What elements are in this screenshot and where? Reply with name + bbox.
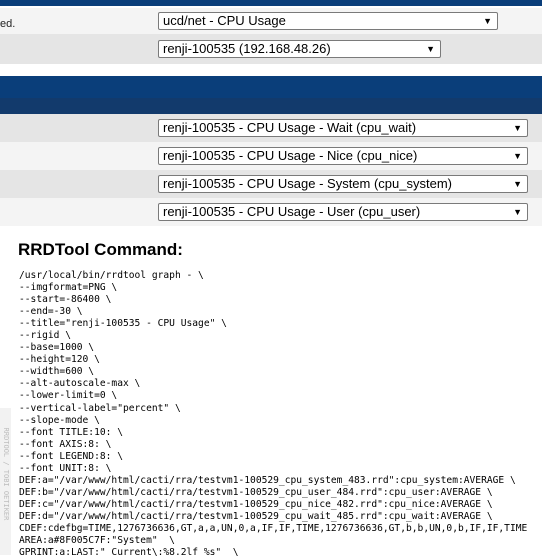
command-line: CDEF:cdefbg=TIME,1276736636,GT,a,a,UN,0,…: [19, 522, 528, 534]
command-line: --font AXIS:8: \: [19, 438, 112, 450]
command-line: --end=-30 \: [19, 306, 83, 318]
command-line: --rigid \: [19, 330, 71, 342]
command-line: --alt-autoscale-max \: [19, 378, 141, 390]
rrdtool-command-heading: RRDTool Command:: [18, 240, 183, 259]
command-line: --title="renji-100535 - CPU Usage" \: [19, 318, 227, 330]
host-select[interactable]: renji-100535 (192.168.48.26) ▼: [158, 40, 441, 58]
rrdtool-command-text: /usr/local/bin/rrdtool graph - \ --imgfor…: [19, 270, 542, 559]
command-line: --vertical-label="percent" \: [19, 402, 181, 414]
command-line: --width=600 \: [19, 366, 95, 378]
dropdown-arrow-icon: ▼: [426, 44, 435, 54]
command-line: --lower-limit=0 \: [19, 390, 118, 402]
host-row: renji-100535 (192.168.48.26) ▼: [0, 34, 542, 64]
data-source-select-wait[interactable]: renji-100535 - CPU Usage - Wait (cpu_wai…: [158, 119, 528, 137]
command-line: --slope-mode \: [19, 414, 100, 426]
command-line: /usr/local/bin/rrdtool graph - \: [19, 270, 204, 281]
host-value: renji-100535 (192.168.48.26): [163, 41, 331, 56]
section-spacer: [0, 64, 542, 76]
dropdown-arrow-icon: ▼: [483, 16, 492, 26]
section-subheader-bar: [0, 98, 542, 114]
section-header-bar: [0, 76, 542, 98]
data-source-select-system[interactable]: renji-100535 - CPU Usage - System (cpu_s…: [158, 175, 528, 193]
command-line: DEF:c="/var/www/html/cacti/rra/testvm1-1…: [19, 498, 493, 510]
data-source-value: renji-100535 - CPU Usage - System (cpu_s…: [163, 176, 452, 191]
command-line: --height=120 \: [19, 354, 100, 366]
command-line: --font TITLE:10: \: [19, 426, 123, 438]
data-source-row: renji-100535 - CPU Usage - Wait (cpu_wai…: [0, 114, 542, 142]
dropdown-arrow-icon: ▼: [513, 123, 522, 133]
data-source-select-nice[interactable]: renji-100535 - CPU Usage - Nice (cpu_nic…: [158, 147, 528, 165]
data-source-value: renji-100535 - CPU Usage - Wait (cpu_wai…: [163, 120, 417, 135]
command-line: DEF:d="/var/www/html/cacti/rra/testvm1-1…: [19, 510, 493, 522]
data-source-value: renji-100535 - CPU Usage - Nice (cpu_nic…: [163, 148, 418, 163]
command-line: --font LEGEND:8: \: [19, 450, 123, 462]
template-row: ed. ucd/net - CPU Usage ▼: [0, 8, 542, 34]
graph-template-select[interactable]: ucd/net - CPU Usage ▼: [158, 12, 498, 30]
command-line: GPRINT:a:LAST:" Current\:%8.2lf %s" \: [19, 547, 239, 559]
command-line: --font UNIT:8: \: [19, 462, 112, 474]
row-label-fragment: ed.: [0, 18, 16, 30]
data-source-row: renji-100535 - CPU Usage - Nice (cpu_nic…: [0, 142, 542, 170]
command-line: --imgformat=PNG \: [19, 282, 118, 294]
watermark-text: RRDTOOL / TOBI OETIKER: [2, 427, 10, 521]
data-source-row: renji-100535 - CPU Usage - System (cpu_s…: [0, 170, 542, 198]
command-line: DEF:a="/var/www/html/cacti/rra/testvm1-1…: [19, 474, 516, 486]
command-line: --base=1000 \: [19, 342, 95, 354]
top-header-bar: [0, 0, 542, 6]
data-source-select-user[interactable]: renji-100535 - CPU Usage - User (cpu_use…: [158, 203, 528, 221]
data-source-row: renji-100535 - CPU Usage - User (cpu_use…: [0, 198, 542, 226]
command-line: AREA:a#8F005C7F:"System" \: [19, 535, 175, 547]
rrdtool-watermark: RRDTOOL / TOBI OETIKER: [0, 408, 11, 555]
dropdown-arrow-icon: ▼: [513, 151, 522, 161]
data-source-value: renji-100535 - CPU Usage - User (cpu_use…: [163, 204, 421, 219]
dropdown-arrow-icon: ▼: [513, 179, 522, 189]
graph-template-value: ucd/net - CPU Usage: [163, 13, 286, 28]
command-line: --start=-86400 \: [19, 294, 112, 306]
command-line: DEF:b="/var/www/html/cacti/rra/testvm1-1…: [19, 486, 493, 498]
dropdown-arrow-icon: ▼: [513, 207, 522, 217]
